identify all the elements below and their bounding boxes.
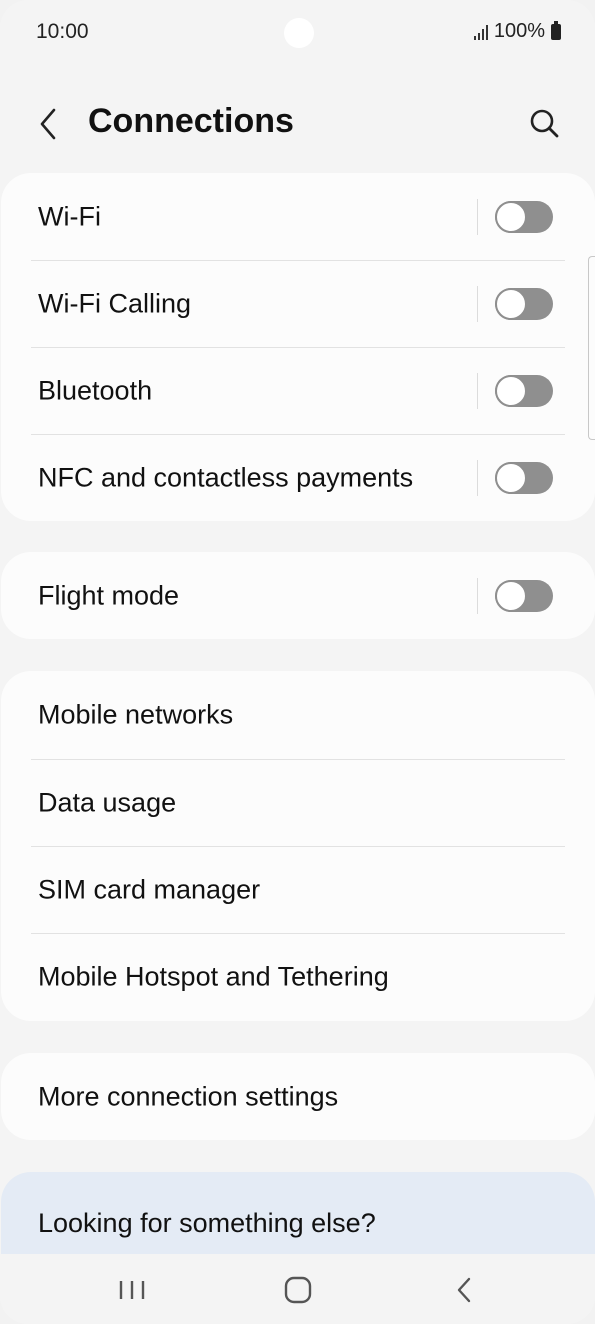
more-settings-card: More connection settings — [1, 1053, 595, 1140]
toggle-knob — [495, 579, 527, 612]
toggle-knob — [495, 374, 527, 407]
row-more-connection-settings[interactable]: More connection settings — [1, 1053, 595, 1140]
search-button[interactable] — [524, 104, 564, 144]
back-button[interactable] — [30, 104, 70, 144]
row-label: Data usage — [38, 787, 177, 817]
row-flight-mode[interactable]: Flight mode — [1, 552, 595, 639]
row-mobile-networks[interactable]: Mobile networks — [1, 671, 595, 759]
row-wifi[interactable]: Wi-Fi — [1, 173, 595, 260]
wifi-calling-toggle[interactable] — [495, 287, 553, 320]
row-label: More connection settings — [38, 1081, 339, 1111]
separator — [477, 285, 478, 322]
row-label: Mobile networks — [38, 699, 234, 730]
toggle-knob — [495, 200, 527, 233]
status-time: 10:00 — [36, 20, 89, 43]
row-label: Wi-Fi Calling — [38, 288, 192, 318]
row-label: NFC and contactless payments — [38, 462, 414, 492]
nfc-toggle[interactable] — [495, 461, 553, 494]
row-nfc[interactable]: NFC and contactless payments — [1, 434, 595, 521]
chevron-left-icon — [40, 108, 56, 140]
scrollbar[interactable] — [588, 256, 595, 440]
separator — [477, 372, 478, 409]
flight-mode-toggle[interactable] — [495, 579, 553, 612]
page-title: Connections — [88, 102, 294, 140]
row-label: Mobile Hotspot and Tethering — [38, 961, 389, 992]
toggle-knob — [495, 287, 527, 320]
separator — [477, 577, 478, 614]
bluetooth-toggle[interactable] — [495, 374, 553, 407]
row-wifi-calling[interactable]: Wi-Fi Calling — [1, 260, 595, 347]
status-indicators: 100% — [473, 20, 561, 43]
separator — [477, 198, 478, 235]
flight-mode-card: Flight mode — [1, 552, 595, 639]
row-sim-card-manager[interactable]: SIM card manager — [1, 846, 595, 933]
recents-icon — [119, 1281, 145, 1299]
row-label: SIM card manager — [38, 874, 261, 904]
wifi-toggle[interactable] — [495, 200, 553, 233]
connectivity-toggles-card: Wi-Fi Wi-Fi Calling Bluetooth NFC and co… — [1, 173, 595, 521]
home-icon — [284, 1276, 312, 1304]
navigation-bar — [0, 1254, 595, 1324]
chevron-left-icon — [457, 1277, 471, 1303]
recents-button[interactable] — [112, 1272, 152, 1308]
row-data-usage[interactable]: Data usage — [1, 759, 595, 846]
suggestions-title: Looking for something else? — [38, 1208, 376, 1238]
search-icon — [530, 109, 559, 138]
row-label: Bluetooth — [38, 375, 153, 405]
toggle-knob — [495, 461, 527, 494]
networks-card: Mobile networks Data usage SIM card mana… — [1, 671, 595, 1021]
row-label: Flight mode — [38, 580, 180, 610]
camera-cutout — [284, 18, 314, 48]
row-label: Wi-Fi — [38, 201, 101, 231]
battery-icon — [551, 20, 561, 40]
row-hotspot-tethering[interactable]: Mobile Hotspot and Tethering — [1, 933, 595, 1021]
phone-screen: 10:00 100% Connections Wi-Fi Wi-Fi Calli… — [0, 0, 595, 1324]
row-bluetooth[interactable]: Bluetooth — [1, 347, 595, 434]
status-bar: 10:00 100% — [0, 0, 595, 64]
battery-percent: 100% — [493, 20, 545, 42]
signal-icon — [473, 24, 488, 40]
home-button[interactable] — [278, 1272, 318, 1308]
back-nav-button[interactable] — [444, 1272, 484, 1308]
app-header: Connections — [0, 90, 595, 160]
separator — [477, 459, 478, 496]
